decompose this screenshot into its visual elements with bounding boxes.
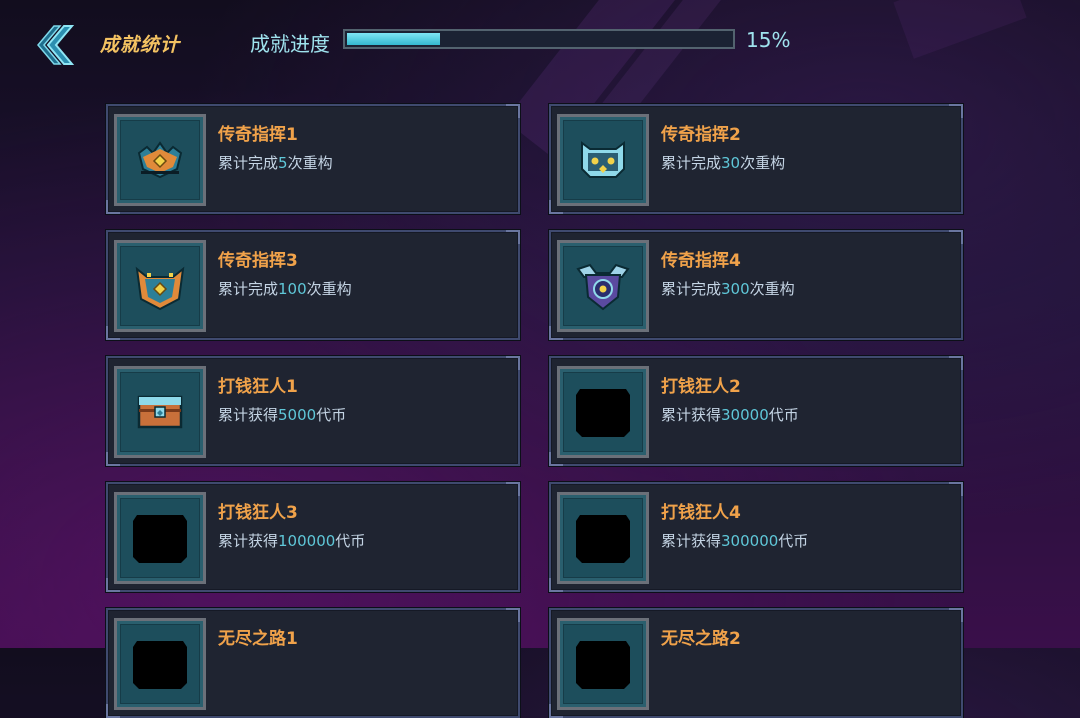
achievement-card[interactable]: 传奇指挥4 累计完成300次重构	[549, 230, 963, 340]
description-target-number: 100000	[278, 532, 336, 550]
description-prefix: 累计完成	[218, 280, 279, 298]
achievement-name: 打钱狂人1	[218, 377, 298, 397]
achievement-card[interactable]: 无尽之路2	[549, 608, 963, 718]
achievement-icon-frame	[114, 240, 206, 332]
achievement-icon-frame	[114, 492, 206, 584]
description-suffix: 代币	[335, 532, 366, 550]
description-suffix: 次重构	[749, 280, 795, 298]
achievement-description: 累计完成5次重构	[218, 152, 333, 173]
achievement-icon-frame	[114, 366, 206, 458]
achievement-name: 打钱狂人3	[218, 503, 298, 523]
achievement-card[interactable]: 打钱狂人4 累计获得300000代币	[549, 482, 963, 592]
description-suffix: 代币	[768, 406, 799, 424]
description-suffix: 次重构	[287, 154, 333, 172]
description-prefix: 累计完成	[661, 154, 722, 172]
description-prefix: 累计获得	[218, 532, 279, 550]
achievement-card[interactable]: 打钱狂人1 累计获得5000代币	[106, 356, 520, 466]
achievement-name: 无尽之路1	[218, 629, 298, 649]
achievement-name: 传奇指挥1	[218, 125, 298, 145]
achievement-card[interactable]: 打钱狂人3 累计获得100000代币	[106, 482, 520, 592]
back-button[interactable]	[34, 24, 76, 66]
achievement-name: 打钱狂人4	[661, 503, 741, 523]
achievement-progress-bar	[343, 29, 735, 49]
achievement-icon-frame	[114, 114, 206, 206]
progress-label: 成就进度	[250, 32, 330, 56]
description-suffix: 代币	[778, 532, 809, 550]
description-prefix: 累计获得	[661, 532, 722, 550]
achievement-description: 累计获得100000代币	[218, 530, 365, 551]
achievement-name: 传奇指挥2	[661, 125, 741, 145]
description-prefix: 累计获得	[661, 406, 722, 424]
description-target-number: 30000	[721, 406, 769, 424]
achievement-card[interactable]: 传奇指挥2 累计完成30次重构	[549, 104, 963, 214]
progress-fill	[347, 33, 440, 45]
achievement-icon-frame	[557, 618, 649, 710]
description-target-number: 300	[721, 280, 750, 298]
achievement-icon-frame	[557, 366, 649, 458]
description-suffix: 次重构	[740, 154, 786, 172]
achievement-description: 累计完成300次重构	[661, 278, 795, 299]
description-target-number: 300000	[721, 532, 779, 550]
achievement-name: 打钱狂人2	[661, 377, 741, 397]
achievement-name: 传奇指挥3	[218, 251, 298, 271]
achievement-description: 累计获得300000代币	[661, 530, 808, 551]
achievement-name: 传奇指挥4	[661, 251, 741, 271]
description-suffix: 次重构	[306, 280, 352, 298]
achievement-icon-frame	[557, 240, 649, 332]
description-prefix: 累计完成	[218, 154, 279, 172]
achievement-name: 无尽之路2	[661, 629, 741, 649]
achievement-card[interactable]: 传奇指挥3 累计完成100次重构	[106, 230, 520, 340]
description-target-number: 100	[278, 280, 307, 298]
description-suffix: 代币	[316, 406, 347, 424]
page-title: 成就统计	[100, 34, 181, 56]
description-target-number: 5	[278, 154, 288, 172]
chevron-left-icon	[37, 25, 75, 65]
description-target-number: 30	[721, 154, 741, 172]
progress-value: 15%	[746, 28, 791, 52]
description-prefix: 累计完成	[661, 280, 722, 298]
achievement-icon-frame	[557, 114, 649, 206]
achievement-description: 累计获得5000代币	[218, 404, 346, 425]
achievement-card[interactable]: 无尽之路1	[106, 608, 520, 718]
achievement-icon-frame	[114, 618, 206, 710]
description-target-number: 5000	[278, 406, 317, 424]
achievement-description: 累计获得30000代币	[661, 404, 799, 425]
achievement-icon-frame	[557, 492, 649, 584]
achievement-description: 累计完成30次重构	[661, 152, 785, 173]
achievement-card[interactable]: 传奇指挥1 累计完成5次重构	[106, 104, 520, 214]
achievement-description: 累计完成100次重构	[218, 278, 352, 299]
achievement-card[interactable]: 打钱狂人2 累计获得30000代币	[549, 356, 963, 466]
description-prefix: 累计获得	[218, 406, 279, 424]
